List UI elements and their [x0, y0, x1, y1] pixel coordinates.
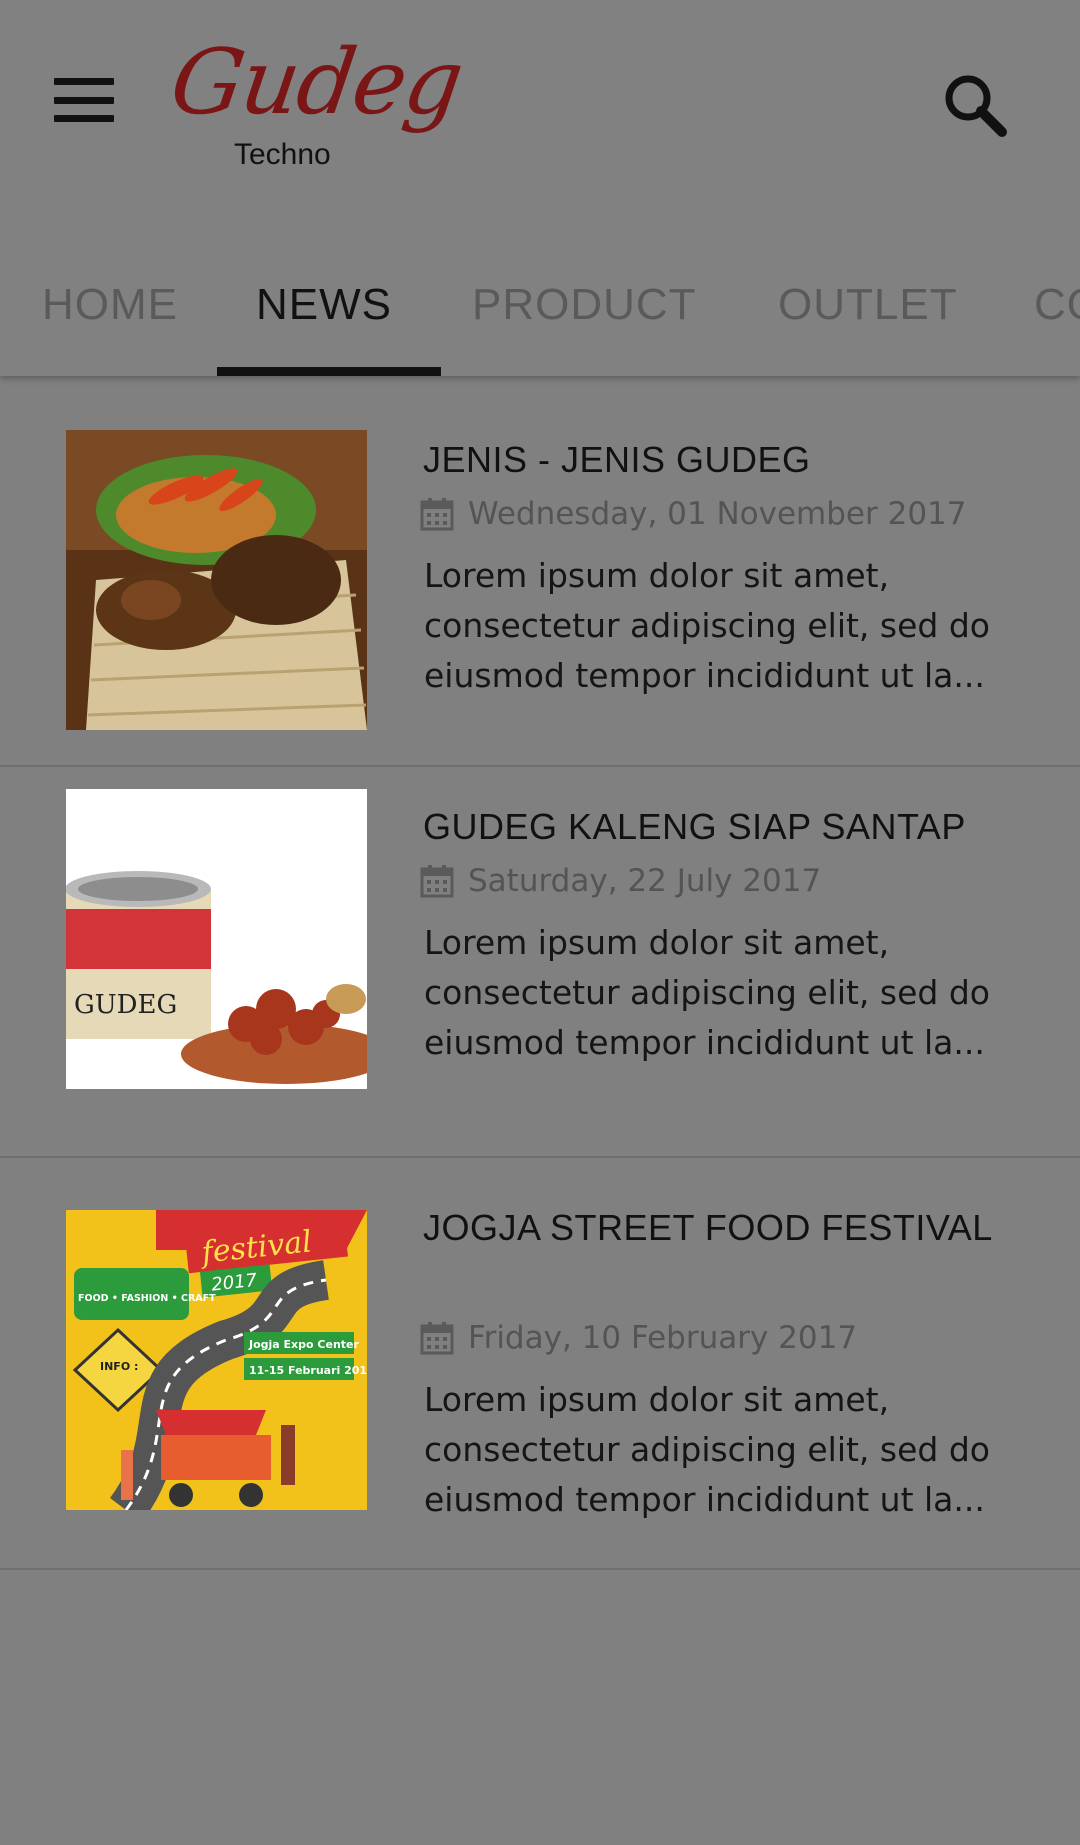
news-date: Friday, 10 February 2017	[420, 1318, 1040, 1358]
can-label-text: GUDEG	[74, 990, 177, 1020]
news-description: Lorem ipsum dolor sit amet, consectetur …	[424, 1380, 990, 1519]
poster-tagline: FOOD • FASHION • CRAFT	[78, 1293, 216, 1304]
menu-icon[interactable]	[44, 70, 124, 130]
calendar-icon	[420, 498, 454, 531]
search-icon[interactable]	[936, 66, 1016, 146]
news-title: JENIS - JENIS GUDEG	[423, 439, 811, 480]
news-item[interactable]: JENIS - JENIS GUDEG Wednesday, 01 Novemb…	[0, 376, 1080, 767]
logo-script-text: Gudeg	[164, 30, 468, 135]
news-date-text: Saturday, 22 July 2017	[468, 863, 822, 899]
active-tab-indicator	[217, 367, 441, 376]
news-item[interactable]: festival 2017 FOOD • FASHION • CRAFT INF…	[0, 1158, 1080, 1570]
tab-product[interactable]: PRODUCT	[472, 260, 697, 376]
tab-bar: HOME NEWS PRODUCT OUTLET CO	[0, 260, 1080, 376]
news-date-text: Wednesday, 01 November 2017	[468, 496, 967, 532]
tab-outlet[interactable]: OUTLET	[778, 260, 958, 376]
news-title: JOGJA STREET FOOD FESTIVAL	[423, 1207, 993, 1248]
calendar-icon	[420, 865, 454, 898]
news-title: GUDEG KALENG SIAP SANTAP	[423, 806, 966, 847]
poster-venue: Jogja Expo Center	[248, 1338, 360, 1351]
news-thumbnail: festival 2017 FOOD • FASHION • CRAFT INF…	[66, 1210, 367, 1510]
tab-home[interactable]: HOME	[42, 260, 178, 376]
news-item[interactable]: GUDEG GUDEG KALENG SIAP SANTAP Saturday,…	[0, 767, 1080, 1158]
calendar-icon	[420, 1322, 454, 1355]
news-date: Saturday, 22 July 2017	[420, 861, 1040, 901]
news-description: Lorem ipsum dolor sit amet, consectetur …	[424, 556, 990, 695]
app-bar: Gudeg Techno HOME NEWS PRODUCT OUTLET CO	[0, 0, 1080, 376]
news-date: Wednesday, 01 November 2017	[420, 494, 1040, 534]
tab-news[interactable]: NEWS	[256, 260, 392, 376]
poster-dates: 11-15 Februari 2017	[249, 1364, 367, 1377]
news-thumbnail	[66, 430, 367, 730]
news-thumbnail: GUDEG	[66, 789, 367, 1089]
tab-contact[interactable]: CO	[1034, 260, 1080, 376]
news-description: Lorem ipsum dolor sit amet, consectetur …	[424, 923, 990, 1062]
app-logo: Gudeg Techno	[165, 30, 468, 180]
logo-subtitle: Techno	[234, 138, 331, 171]
news-date-text: Friday, 10 February 2017	[468, 1320, 858, 1356]
poster-info: INFO :	[100, 1360, 138, 1373]
